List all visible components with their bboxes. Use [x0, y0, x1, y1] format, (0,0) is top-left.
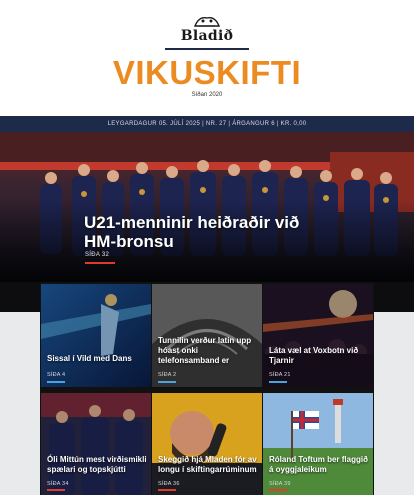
story-title: Róland Toftum ber flaggið á oyggjaleikum [269, 455, 368, 474]
hero-headline[interactable]: U21-menninir heiðraðir við HM-bronsu [84, 213, 314, 251]
story-title: Sissal í Vild med Dans [47, 354, 132, 363]
story-photo [263, 393, 373, 495]
hero-story[interactable] [0, 132, 414, 282]
story-page-number: SÍÐA 4 [47, 372, 66, 378]
story-accent-line [47, 381, 65, 383]
story-title: Láta væl at Voxbotn við Tjarnir [269, 346, 359, 365]
story-card[interactable]: Óli Mittún mest virðismikli spælari og t… [41, 393, 151, 495]
hero-accent-line [85, 262, 115, 264]
page-title: VIKUSKIFTI [112, 54, 302, 91]
masthead: Bladið VIKUSKIFTI Síðan 2020 [0, 0, 414, 116]
story-card[interactable]: Sissal í Vild med Dans SÍÐA 4 [41, 284, 151, 387]
story-accent-line [269, 381, 287, 383]
faroese-flag-icon [293, 411, 319, 429]
hero-page-number: SÍÐA 32 [85, 252, 110, 258]
story-page-number: SÍÐA 21 [269, 372, 291, 378]
story-page-number: SÍÐA 34 [47, 481, 69, 487]
logo-wordmark[interactable]: Bladið [0, 28, 414, 44]
story-photo [41, 393, 151, 495]
story-page-number: SÍÐA 39 [269, 481, 291, 487]
story-photo [152, 393, 262, 495]
story-page-number: SÍÐA 36 [158, 481, 180, 487]
story-title: Skeggið hjá Mladen fór av longu í skifti… [158, 455, 257, 474]
story-accent-line [47, 489, 65, 491]
story-accent-line [158, 381, 176, 383]
story-card[interactable]: Láta væl at Voxbotn við Tjarnir SÍÐA 21 [263, 284, 373, 387]
story-title: Tunnilin verður latin upp hóast onki tel… [158, 336, 252, 365]
story-accent-line [269, 489, 287, 491]
hero-photo [0, 132, 414, 282]
story-accent-line [158, 489, 176, 491]
story-card[interactable]: Róland Toftum ber flaggið á oyggjaleikum… [263, 393, 373, 495]
story-title: Óli Mittún mest virðismikli spælari og t… [47, 455, 147, 474]
logo-divider [165, 48, 249, 50]
story-page-number: SÍÐA 2 [158, 372, 177, 378]
story-card[interactable]: Skeggið hjá Mladen fór av longu í skifti… [152, 393, 262, 495]
story-card[interactable]: Tunnilin verður latin upp hóast onki tel… [152, 284, 262, 387]
issue-info-bar: LEYGARDAGUR 05. JÚLÍ 2025 | NR. 27 | ÁRG… [0, 116, 414, 132]
since-label: Síðan 2020 [191, 92, 223, 98]
